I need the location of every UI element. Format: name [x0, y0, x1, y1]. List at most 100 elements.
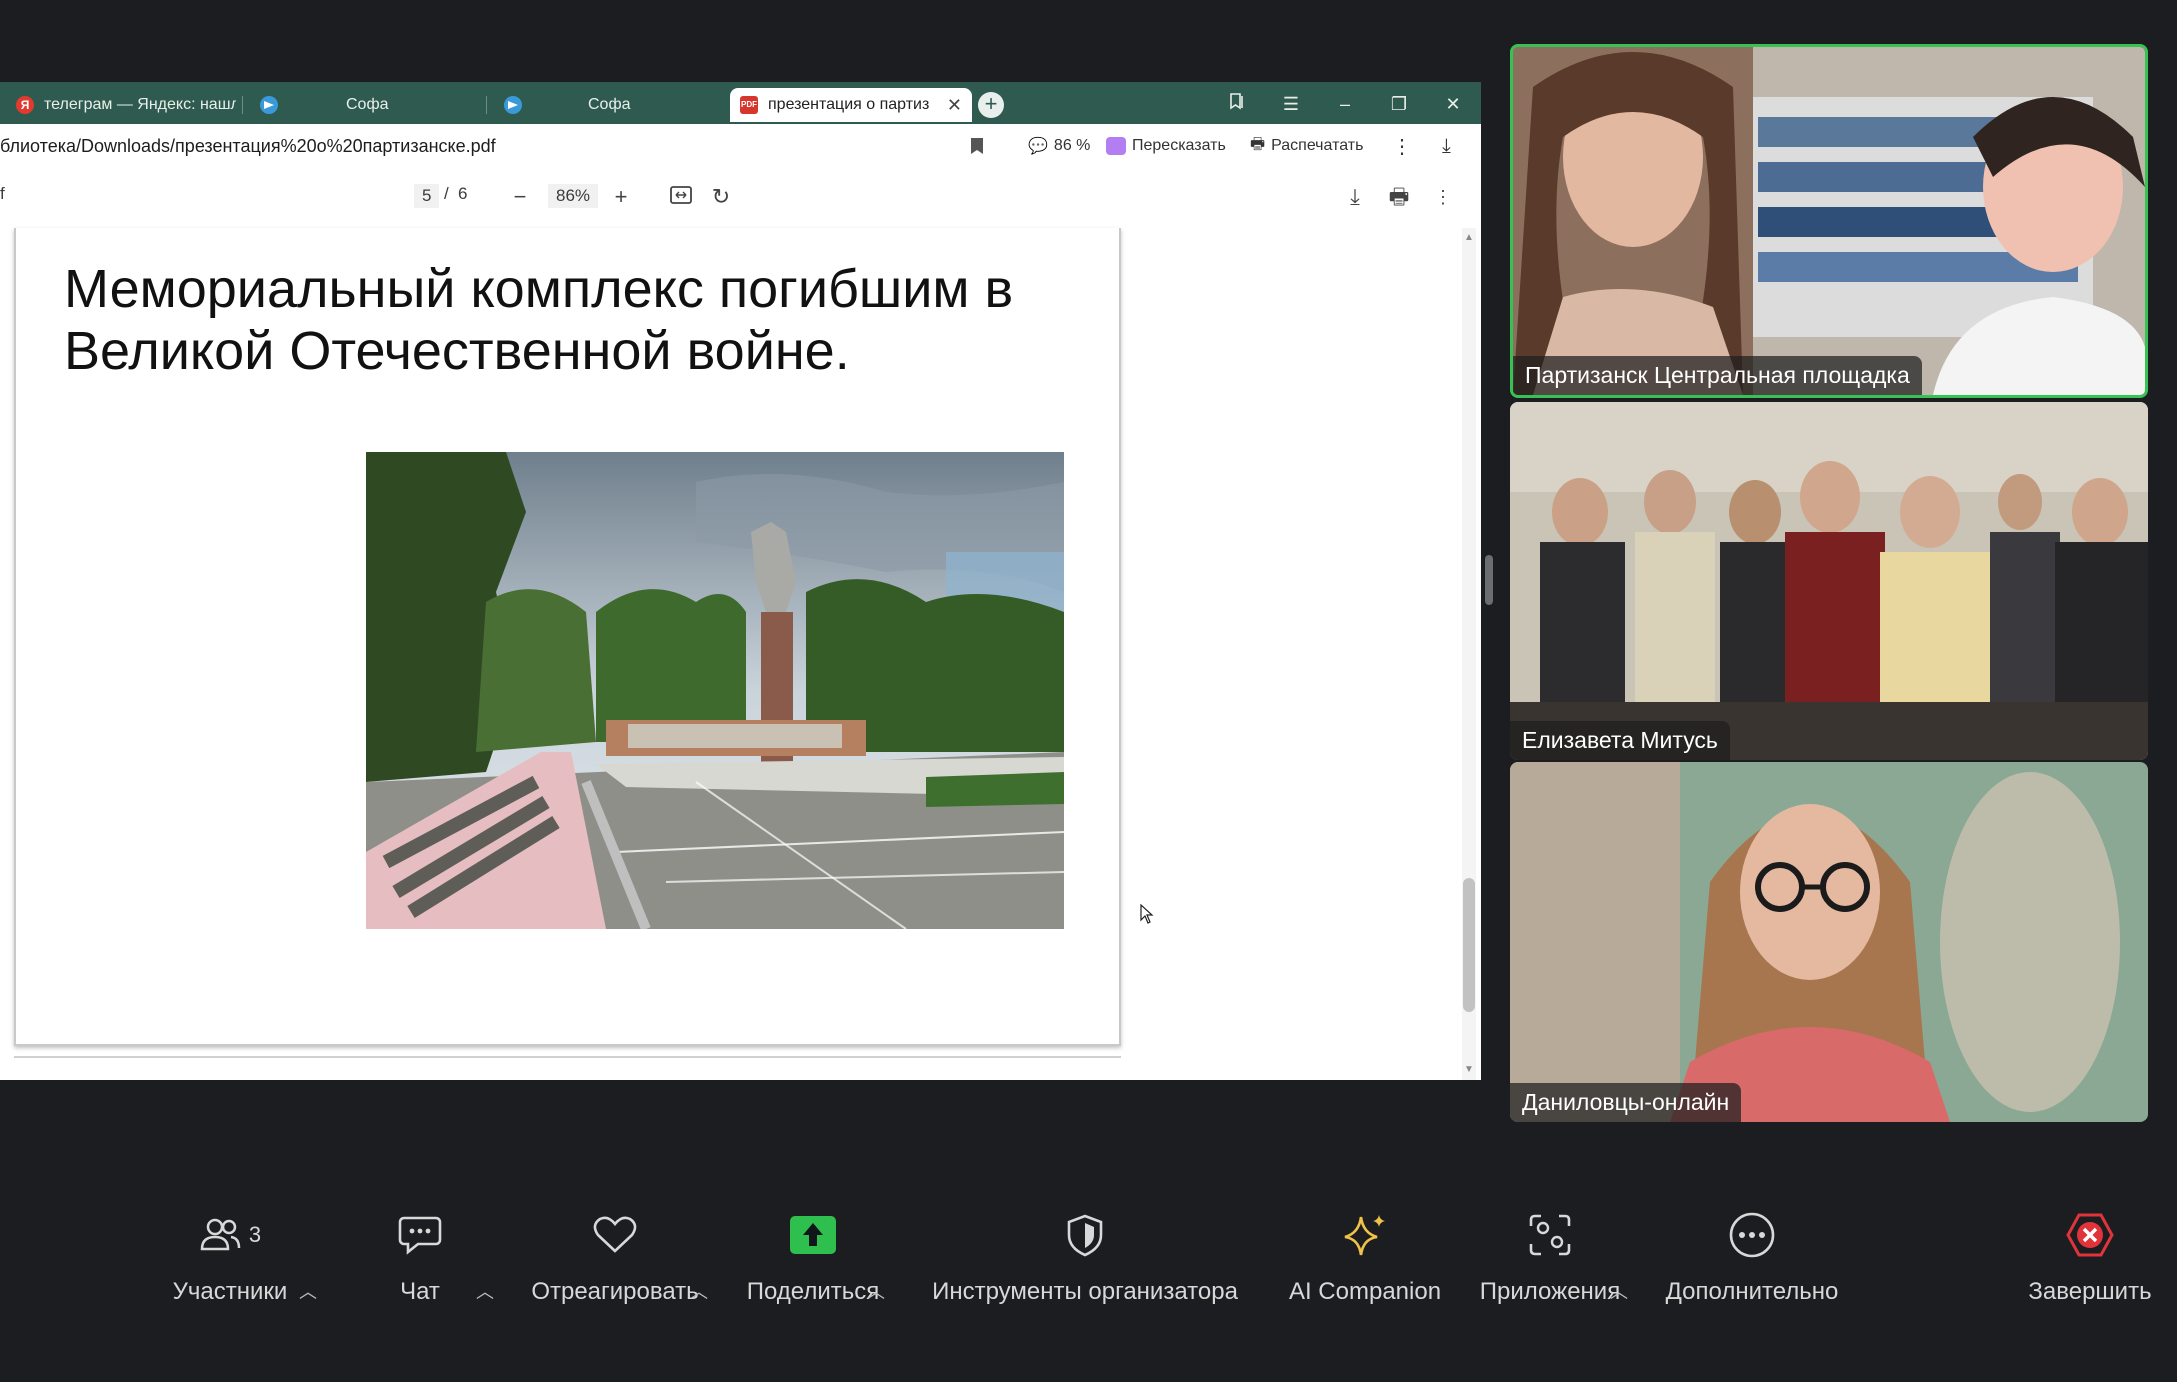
- telegram-icon: [260, 96, 278, 114]
- chat-button[interactable]: Чат: [370, 1200, 470, 1306]
- browser-tab-sofa-1[interactable]: Софа: [250, 88, 480, 122]
- rotate-icon[interactable]: ↻: [706, 182, 736, 212]
- participants-button[interactable]: 3 Участники: [160, 1200, 300, 1306]
- panel-resize-handle[interactable]: [1485, 555, 1493, 605]
- video-feed-partizansk: [1513, 47, 2145, 395]
- share-label: Поделиться: [746, 1278, 880, 1305]
- end-meeting-button[interactable]: Завершить: [2015, 1200, 2165, 1306]
- tab-label: Софа: [588, 96, 631, 113]
- pdf-page: Мемориальный комплекс погибшим в Великой…: [14, 228, 1121, 1046]
- page-total: 6: [458, 184, 468, 203]
- ai-companion-label: AI Companion: [1288, 1278, 1442, 1305]
- participant-name: Елизавета Митусь: [1510, 721, 1730, 760]
- browser-tab-sofa-2[interactable]: Софа: [494, 88, 724, 122]
- menu-icon[interactable]: ☰: [1276, 90, 1306, 118]
- minimize-icon[interactable]: –: [1330, 90, 1360, 118]
- host-tools-label: Инструменты организатора: [932, 1278, 1238, 1305]
- participants-count: 3: [248, 1222, 262, 1247]
- telegram-icon: [504, 96, 522, 114]
- retell-label: Пересказать: [1132, 137, 1226, 154]
- video-tile-danilovtsy[interactable]: Даниловцы-онлайн: [1510, 762, 2148, 1122]
- slide-title: Мемориальный комплекс погибшим в Великой…: [64, 259, 1014, 381]
- ai-sparkle-icon: [1344, 1215, 1385, 1256]
- browser-tab-pdf[interactable]: PDF презентация о партиз ✕: [730, 88, 972, 122]
- pdf-icon: PDF: [740, 96, 758, 114]
- zoom-in-button[interactable]: +: [606, 182, 636, 212]
- video-feed-elizaveta: [1510, 402, 2148, 760]
- bookmarks-icon[interactable]: [1222, 90, 1252, 118]
- chat-options-caret[interactable]: ︿: [474, 1278, 496, 1302]
- browser-tab-yandex[interactable]: Я телеграм — Яндекс: нашл: [6, 88, 236, 122]
- print-button[interactable]: 🖶 Распечатать: [1250, 132, 1363, 160]
- participant-name: Даниловцы-онлайн: [1510, 1083, 1742, 1122]
- host-tools-button[interactable]: Инструменты организатора: [915, 1200, 1255, 1306]
- tab-label: презентация о партиз: [768, 96, 930, 113]
- participant-name: Партизанск Центральная площадка: [1513, 356, 1922, 395]
- browser-tab-bar: Я телеграм — Яндекс: нашл Софа Софа PDF …: [0, 82, 1481, 124]
- printer-icon: 🖶: [1250, 135, 1266, 153]
- react-button[interactable]: Отреагировать: [520, 1200, 710, 1306]
- tab-label: телеграм — Яндекс: нашл: [44, 96, 236, 113]
- end-meeting-icon: [2066, 1213, 2114, 1257]
- tab-divider: [486, 96, 487, 114]
- end-meeting-label: Завершить: [2028, 1278, 2152, 1305]
- apps-button[interactable]: Приложения: [1470, 1200, 1630, 1306]
- restore-icon[interactable]: ❐: [1384, 90, 1414, 118]
- comments-button[interactable]: 💬 86 %: [1028, 132, 1090, 160]
- memorial-photo: [366, 452, 1064, 929]
- close-tab-icon[interactable]: ✕: [947, 95, 962, 116]
- participants-label: Участники: [172, 1278, 288, 1305]
- more-button[interactable]: Дополнительно: [1652, 1200, 1852, 1306]
- print-pdf-icon[interactable]: 🖶: [1384, 182, 1414, 212]
- shield-icon: [1067, 1214, 1103, 1257]
- zoom-out-button[interactable]: −: [505, 182, 535, 212]
- page-number-input[interactable]: 5: [414, 184, 440, 208]
- react-label: Отреагировать: [531, 1278, 699, 1305]
- page-separator: /: [444, 184, 449, 203]
- video-feed-danilovtsy: [1510, 762, 2148, 1122]
- tab-divider: [242, 96, 243, 114]
- print-label: Распечатать: [1271, 137, 1364, 154]
- meeting-toolbar: 3 Участники ︿ Чат ︿ Отреагировать ︿ Поде…: [0, 1200, 2177, 1382]
- close-window-icon[interactable]: ✕: [1438, 90, 1468, 118]
- chat-label: Чат: [400, 1278, 440, 1305]
- scroll-up-icon[interactable]: ▲: [1462, 232, 1476, 243]
- pdf-filename-stub: f: [0, 184, 5, 203]
- ai-companion-button[interactable]: AI Companion: [1280, 1200, 1450, 1306]
- retell-button[interactable]: Пересказать: [1106, 132, 1226, 160]
- more-label: Дополнительно: [1665, 1278, 1839, 1305]
- yandex-icon: Я: [16, 96, 34, 114]
- mouse-cursor-icon: [1140, 903, 1154, 929]
- participants-icon: [200, 1218, 241, 1251]
- scrollbar-thumb[interactable]: [1463, 878, 1475, 1012]
- new-tab-button[interactable]: +: [978, 92, 1004, 118]
- retell-icon: [1106, 137, 1126, 155]
- download-icon[interactable]: ⤓: [1442, 132, 1451, 160]
- zoom-level[interactable]: 86%: [548, 184, 599, 208]
- apps-options-caret[interactable]: ︿: [1608, 1278, 1630, 1302]
- bookmark-page-icon[interactable]: [970, 132, 984, 160]
- next-page-edge: [14, 1056, 1121, 1064]
- apps-icon: [1529, 1214, 1571, 1256]
- pdf-viewport[interactable]: Мемориальный комплекс погибшим в Великой…: [0, 228, 1481, 1080]
- fit-page-icon[interactable]: [666, 182, 696, 212]
- video-tile-elizaveta[interactable]: Елизавета Митусь: [1510, 402, 2148, 760]
- share-screen-icon: [790, 1216, 836, 1254]
- apps-label: Приложения: [1479, 1278, 1621, 1305]
- download-pdf-icon[interactable]: ⤓: [1340, 182, 1370, 212]
- video-tile-partizansk[interactable]: Партизанск Центральная площадка: [1510, 44, 2148, 398]
- pdf-more-icon[interactable]: ⋮: [1428, 182, 1458, 212]
- scroll-down-icon[interactable]: ▼: [1462, 1064, 1476, 1075]
- pdf-toolbar: f 5 / 6 − 86% + ↻ ⤓ 🖶 ⋮: [0, 168, 1481, 229]
- comment-icon: 💬: [1028, 138, 1048, 155]
- more-options-icon[interactable]: ⋮: [1392, 132, 1412, 160]
- browser-window: Я телеграм — Яндекс: нашл Софа Софа PDF …: [0, 82, 1481, 1080]
- react-options-caret[interactable]: ︿: [688, 1278, 710, 1302]
- participants-options-caret[interactable]: ︿: [297, 1278, 319, 1302]
- url-field[interactable]: блиотека/Downloads/презентация%20о%20пар…: [0, 136, 496, 157]
- chat-icon: [398, 1216, 442, 1255]
- comments-count: 86 %: [1053, 137, 1091, 154]
- tab-label: Софа: [346, 96, 389, 113]
- address-bar: блиотека/Downloads/презентация%20о%20пар…: [0, 124, 1481, 169]
- share-options-caret[interactable]: ︿: [865, 1278, 887, 1302]
